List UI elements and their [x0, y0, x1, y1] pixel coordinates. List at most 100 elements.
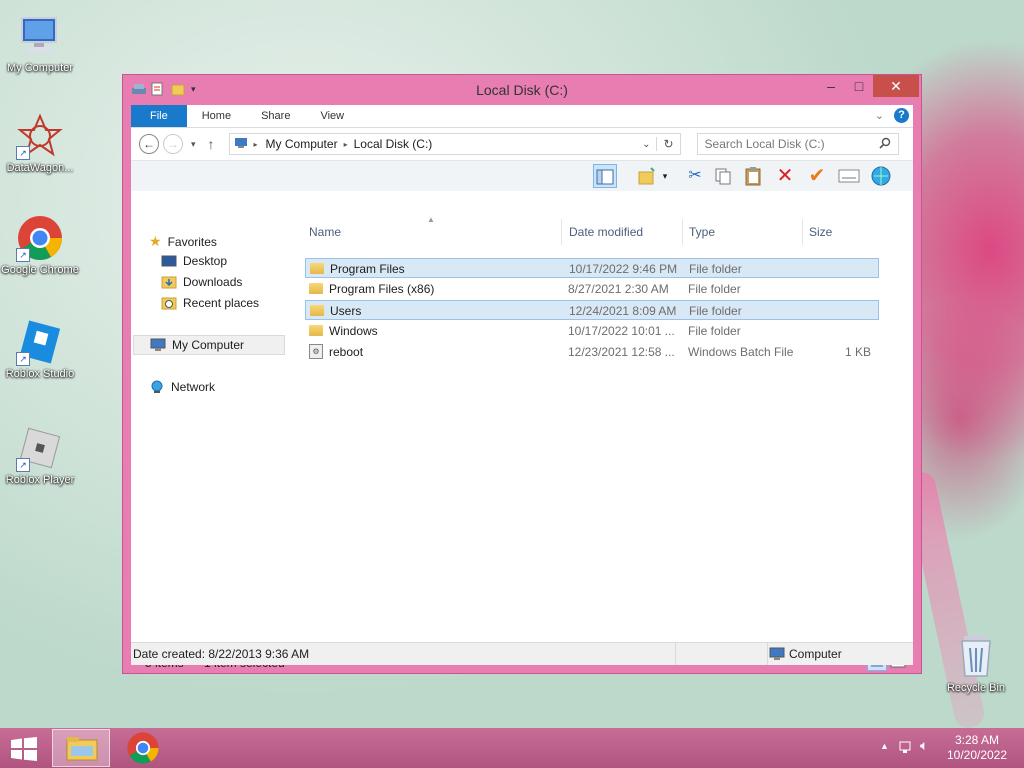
file-size: 1 KB [844, 345, 871, 359]
copy-button[interactable] [711, 164, 735, 188]
date-created: Date created: 8/22/2013 9:36 AM [133, 647, 310, 661]
nav-label: Recent places [183, 296, 260, 310]
computer-icon [150, 338, 166, 352]
system-tray: ▲ 🔈︎ 3:28 AM 10/20/2022 [864, 728, 1024, 768]
nav-favorites[interactable]: ★ Favorites [149, 233, 217, 250]
ribbon-tabs: File Home Share View ⌄ ? [131, 105, 913, 128]
search-icon[interactable] [878, 137, 891, 152]
search-input[interactable]: Search Local Disk (C:) [696, 133, 899, 155]
file-type: File folder [688, 282, 741, 296]
cut-button[interactable]: ✂ [683, 164, 707, 188]
desktop-icon-roblox-studio[interactable]: ↗ Roblox Studio [0, 318, 80, 381]
globe-button[interactable] [869, 164, 893, 188]
start-button[interactable] [10, 737, 38, 761]
file-date: 12/24/2021 8:09 AM [569, 304, 677, 318]
file-row[interactable]: Users 12/24/2021 8:09 AM File folder [305, 300, 879, 320]
datawagon-icon: ↗ [16, 112, 64, 160]
breadcrumb-local-disk[interactable]: Local Disk (C:) [350, 137, 437, 151]
file-date: 10/17/2022 9:46 PM [569, 262, 678, 276]
column-header-date-modified[interactable]: Date modified [565, 219, 683, 245]
column-header-type[interactable]: Type [685, 219, 803, 245]
desktop-icon [161, 254, 177, 268]
nav-desktop[interactable]: Desktop [161, 254, 227, 268]
nav-label: Favorites [167, 234, 217, 249]
back-button[interactable]: ← [139, 134, 159, 154]
file-name-cell: Program Files (x86) [309, 279, 434, 299]
recent-locations-icon[interactable]: ▾ [187, 139, 200, 150]
chevron-down-icon[interactable]: ▾ [659, 164, 671, 188]
folder-icon [309, 283, 323, 295]
window-controls: – □ ✕ [817, 75, 919, 97]
shortcut-arrow-icon: ↗ [16, 352, 30, 366]
delete-button[interactable]: ✕ [773, 164, 797, 188]
clock-date: 10/20/2022 [946, 748, 1008, 762]
network-status-icon[interactable] [898, 739, 914, 758]
window-titlebar[interactable]: ▾ Local Disk (C:) – □ ✕ [123, 75, 921, 105]
new-folder-button[interactable] [635, 164, 659, 188]
chrome-icon: ↗ [16, 214, 64, 262]
desktop-icon-label: Recycle Bin [946, 682, 1006, 694]
nav-my-computer[interactable]: My Computer [133, 335, 285, 355]
preview-pane-button[interactable] [593, 164, 617, 188]
desktop-icon-recycle-bin[interactable]: Recycle Bin [936, 632, 1016, 695]
chevron-right-icon[interactable]: ▸ [342, 140, 350, 149]
file-row[interactable]: ⚙ reboot 12/23/2021 12:58 ... Windows Bat… [305, 342, 879, 362]
file-row[interactable]: Windows 10/17/2022 10:01 ... File folder [305, 321, 879, 341]
file-row[interactable]: Program Files 10/17/2022 9:46 PM File fo… [305, 258, 879, 278]
details-bar: Date created: 8/22/2013 9:36 AM Computer [131, 642, 913, 665]
address-bar[interactable]: ▸ My Computer ▸ Local Disk (C:) ⌄ ↻ [228, 133, 681, 155]
nav-label: My Computer [172, 338, 245, 352]
taskbar: ▲ 🔈︎ 3:28 AM 10/20/2022 [0, 728, 1024, 768]
maximize-button[interactable]: □ [845, 75, 873, 97]
column-header-name[interactable]: Name [305, 219, 562, 245]
minimize-button[interactable]: – [817, 75, 845, 97]
nav-recent-places[interactable]: Recent places [161, 296, 259, 310]
window-title: Local Disk (C:) [476, 82, 568, 98]
desktop-icon-roblox-player[interactable]: ↗ Roblox Player [0, 424, 80, 487]
file-name: reboot [329, 345, 364, 359]
file-name-cell: Program Files [310, 259, 405, 279]
tab-view[interactable]: View [305, 105, 359, 127]
chevron-right-icon[interactable]: ▸ [250, 140, 262, 149]
tab-home[interactable]: Home [187, 105, 246, 127]
file-row[interactable]: Program Files (x86) 8/27/2021 2:30 AM Fi… [305, 279, 879, 299]
expand-ribbon-icon[interactable]: ⌄ [875, 109, 884, 122]
recent-places-icon [161, 296, 177, 310]
shortcut-arrow-icon: ↗ [16, 248, 30, 262]
breadcrumb-my-computer[interactable]: My Computer [262, 137, 342, 151]
address-dropdown-icon[interactable]: ⌄ [636, 139, 656, 150]
taskbar-google-chrome[interactable] [114, 729, 172, 767]
tab-file[interactable]: File [131, 105, 187, 127]
nav-label: Network [171, 380, 216, 394]
explorer-window[interactable]: ▾ Local Disk (C:) – □ ✕ File Home Share … [122, 74, 922, 674]
forward-button[interactable]: → [163, 134, 183, 154]
downloads-icon [161, 275, 177, 289]
paste-button[interactable] [741, 164, 765, 188]
checkmark-button[interactable]: ✔ [805, 164, 829, 188]
taskbar-file-explorer[interactable] [52, 729, 110, 767]
desktop-icon-datawagon[interactable]: ↗ DataWagon... [0, 112, 80, 175]
file-type: Windows Batch File [688, 345, 794, 359]
navigation-bar: ← → ▾ ↑ ▸ My Computer ▸ Local Disk (C:) … [131, 128, 913, 160]
desktop-icon-label: DataWagon... [6, 162, 74, 174]
up-arrow-icon[interactable]: ↑ [204, 136, 219, 152]
show-hidden-icons-icon[interactable]: ▲ [880, 741, 889, 751]
file-name: Program Files [330, 262, 405, 276]
clock[interactable]: 3:28 AM 10/20/2022 [942, 733, 1012, 763]
help-button[interactable]: ? [894, 108, 909, 123]
desktop-icon-my-computer[interactable]: My Computer [0, 12, 80, 75]
nav-downloads[interactable]: Downloads [161, 275, 242, 289]
divider [675, 643, 676, 665]
close-button[interactable]: ✕ [873, 75, 919, 97]
desktop-icon-google-chrome[interactable]: ↗ Google Chrome [0, 214, 80, 277]
volume-icon[interactable]: 🔈︎ [920, 737, 928, 754]
column-header-size[interactable]: Size [805, 219, 883, 245]
desktop-icon-label: Roblox Studio [5, 368, 75, 380]
nav-label: Downloads [183, 275, 243, 289]
tab-share[interactable]: Share [246, 105, 305, 127]
rename-button[interactable] [837, 164, 861, 188]
command-toolbar: ▾ ✂ ✕ ✔ [131, 160, 913, 191]
refresh-icon[interactable]: ↻ [656, 137, 679, 151]
nav-network[interactable]: Network [149, 380, 215, 394]
explorer-body: File Home Share View ⌄ ? ← → ▾ ↑ ▸ My Co… [131, 105, 913, 671]
